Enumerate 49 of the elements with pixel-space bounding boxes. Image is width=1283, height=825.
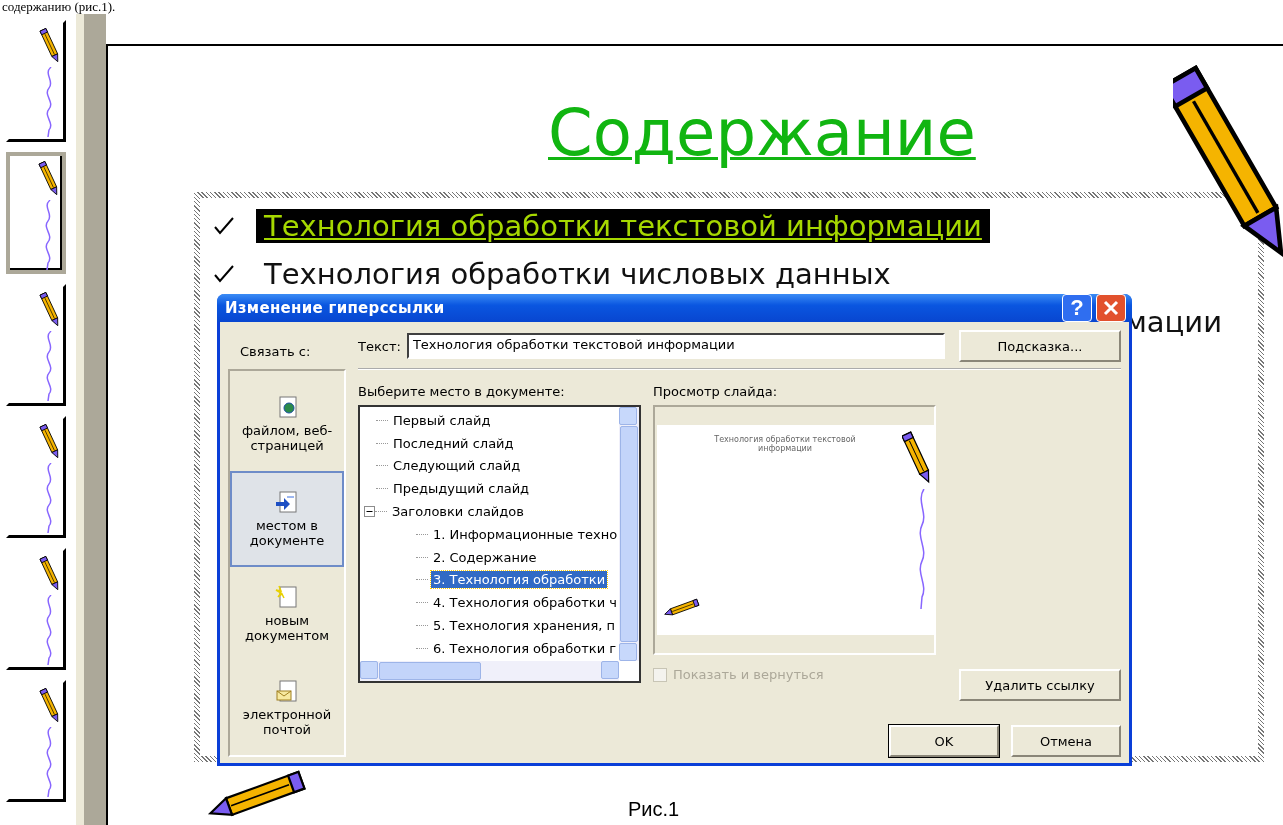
check-icon [214,265,234,283]
document-text: содержанию (рис.1). [1,0,117,14]
tree-item[interactable]: 5. Технология хранения, п [431,617,618,635]
ok-button[interactable]: OK [889,725,999,757]
tooltip-button[interactable]: Подсказка... [959,330,1121,362]
link-to-label: Связать с: [239,343,312,361]
bullet-text: Технология обработки числовых данных [263,257,892,291]
tree-item[interactable]: 1. Информационные техно [431,525,619,543]
tree-item[interactable]: 4. Технология обработки ч [431,594,619,612]
tree-item[interactable]: 2. Содержание [431,548,539,566]
document-icon [275,490,299,514]
dialog-title: Изменение гиперссылки [225,299,446,317]
figure-caption: Рис.1 [628,798,680,821]
document-icon [275,585,299,609]
close-button[interactable] [1096,294,1126,322]
bullet-text: Технология обработки текстовой информации [256,209,990,243]
place-option[interactable]: местом в документе [230,471,344,567]
place-option[interactable]: файлом, веб-страницей [230,377,344,471]
tree-item[interactable]: Предыдущий слайд [391,480,532,498]
place-option[interactable]: новым документом [230,567,344,661]
check-icon [214,217,234,235]
pencil-drawing [39,289,61,329]
pencil-drawing [39,553,61,593]
pencil-drawing [39,685,61,725]
tree-item[interactable]: Первый слайд [391,411,493,429]
cancel-button[interactable]: Отмена [1011,725,1121,757]
slide-thumbnail[interactable] [6,152,66,274]
tree-item[interactable]: 6. Технология обработки г [431,639,619,657]
preview-slide-title: Технология обработки текстовой информации [713,435,857,453]
vertical-scrollbar[interactable] [619,407,639,661]
collapse-icon[interactable] [364,506,375,518]
remove-link-button[interactable]: Удалить ссылку [959,669,1121,701]
text-field[interactable]: Технология обработки текстовой информации [406,333,945,359]
preview-label: Просмотр слайда: [653,384,779,399]
close-icon [1103,300,1119,316]
tree-item[interactable]: Следующий слайд [391,457,523,475]
text-label: Текст: [358,338,401,354]
pencil-drawing [39,25,61,65]
slide-title: Содержание [548,96,976,170]
help-button[interactable]: ? [1062,294,1092,322]
horizontal-scrollbar[interactable] [360,661,619,681]
tree-item[interactable]: Заголовки слайдов [390,503,526,521]
pencil-drawing [39,421,61,461]
place-label: Выберите место в документе: [358,384,566,399]
envelope-document-icon [275,679,299,703]
tree-item[interactable]: 3. Технология обработки [431,571,608,589]
place-option[interactable]: электронной почтой [230,661,344,755]
pencil-drawing [38,158,60,198]
tree-item[interactable]: Последний слайд [391,434,516,452]
